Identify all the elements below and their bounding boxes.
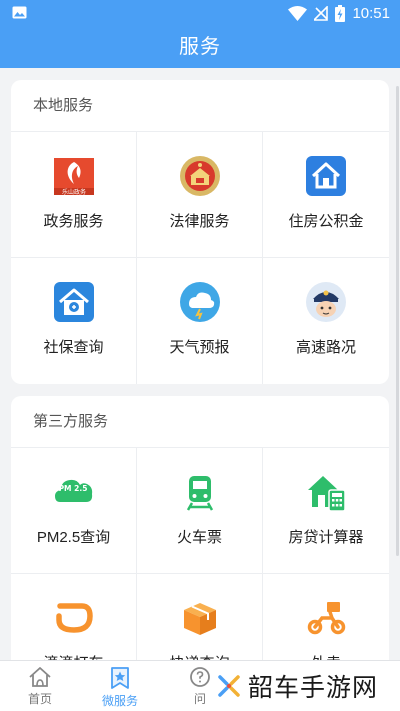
service-food-delivery[interactable]: 外卖 <box>263 574 389 660</box>
local-services-grid: 乐山政务 政务服务 法律服务 住房公积金 社保查询 天气预报 高速路况 <box>11 132 389 384</box>
section-title: 本地服务 <box>11 80 389 132</box>
local-services-card: 本地服务 乐山政务 政务服务 法律服务 住房公积金 社保查询 天气预报 高速路况 <box>11 80 389 384</box>
service-label: 天气预报 <box>169 339 230 356</box>
service-gov-affairs[interactable]: 乐山政务 政务服务 <box>11 132 137 258</box>
watermark-logo-icon <box>218 675 240 697</box>
tab-label: 首页 <box>27 692 52 706</box>
service-highway-traffic[interactable]: 高速路况 <box>263 258 389 384</box>
scooter-icon <box>304 596 348 640</box>
service-train-ticket[interactable]: 火车票 <box>137 448 263 574</box>
tab-label: 问 <box>193 692 206 706</box>
tab-home[interactable]: 首页 <box>0 661 80 711</box>
service-weather[interactable]: 天气预报 <box>137 258 263 384</box>
service-label: 住房公积金 <box>288 213 364 230</box>
services-content[interactable]: 本地服务 乐山政务 政务服务 法律服务 住房公积金 社保查询 天气预报 高速路况… <box>0 68 400 660</box>
service-label: 房贷计算器 <box>288 529 364 546</box>
scrollbar[interactable] <box>396 86 399 556</box>
package-icon <box>178 596 222 640</box>
service-label: 滴滴打车 <box>43 652 103 660</box>
question-icon <box>190 667 210 687</box>
house-fund-icon <box>304 154 348 198</box>
watermark-text: 韶车手游网 <box>248 674 379 702</box>
tab-micro-services[interactable]: 微服务 <box>80 661 160 711</box>
pm25-cloud-icon: PM 2.5 <box>52 470 96 514</box>
star-bookmark-icon <box>111 667 129 689</box>
third-party-services-card: 第三方服务 PM 2.5 PM2.5查询 火车票 房贷计算器 <box>11 396 389 660</box>
mortgage-calculator-icon <box>304 470 348 514</box>
wifi-icon <box>288 5 308 21</box>
battery-charging-icon <box>335 4 346 22</box>
status-bar: 10:51 <box>0 0 400 26</box>
service-didi-taxi[interactable]: 滴滴打车 <box>11 574 137 660</box>
service-legal[interactable]: 法律服务 <box>137 132 263 258</box>
watermark: 韶车手游网 <box>212 666 385 706</box>
train-icon <box>178 470 222 514</box>
service-label: 法律服务 <box>169 213 230 230</box>
pm-badge-text: PM 2.5 <box>58 484 87 493</box>
home-icon <box>29 667 51 687</box>
service-label: 政务服务 <box>43 213 104 230</box>
service-label: 外卖 <box>311 652 341 660</box>
service-express-tracking[interactable]: 快递查询 <box>137 574 263 660</box>
service-label: 快递查询 <box>169 652 229 660</box>
section-title: 第三方服务 <box>11 396 389 448</box>
didi-icon <box>52 596 96 640</box>
service-label: PM2.5查询 <box>36 529 111 546</box>
tab-label: 微服务 <box>101 694 138 708</box>
signal-off-icon <box>314 5 329 21</box>
service-label: 高速路况 <box>295 339 356 356</box>
image-icon <box>12 6 27 19</box>
weather-icon <box>178 280 222 324</box>
service-mortgage-calculator[interactable]: 房贷计算器 <box>263 448 389 574</box>
status-time: 10:51 <box>352 4 390 22</box>
service-label: 火车票 <box>176 529 222 546</box>
third-party-services-grid: PM 2.5 PM2.5查询 火车票 房贷计算器 <box>11 448 389 660</box>
government-affairs-icon: 乐山政务 <box>51 154 96 198</box>
social-security-icon <box>52 280 96 324</box>
gov-logo-text: 乐山政务 <box>61 188 85 196</box>
court-emblem-icon <box>178 154 222 198</box>
service-social-security[interactable]: 社保查询 <box>11 258 137 384</box>
service-pm25[interactable]: PM 2.5 PM2.5查询 <box>11 448 137 574</box>
service-label: 社保查询 <box>43 339 104 356</box>
service-housing-fund[interactable]: 住房公积金 <box>263 132 389 258</box>
traffic-police-icon <box>304 280 348 324</box>
page-title: 服务 <box>0 26 400 68</box>
